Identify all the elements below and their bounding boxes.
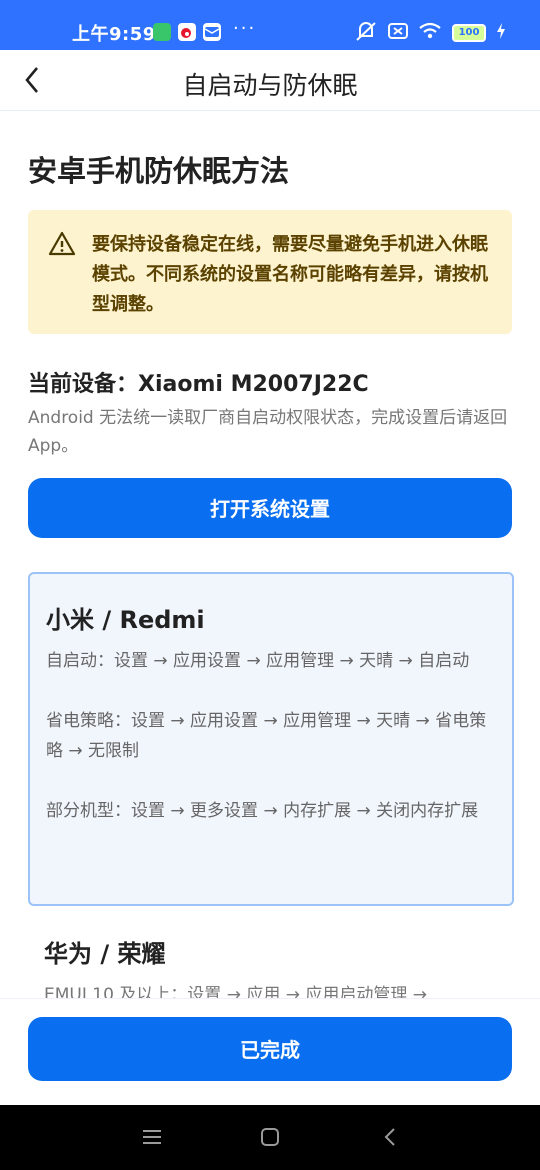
- vendor-step: 省电策略：设置 → 应用设置 → 应用管理 → 天晴 → 省电策略 → 无限制: [46, 711, 487, 761]
- mute-vibrate-icon: [354, 20, 378, 46]
- wifi-icon: [418, 22, 442, 44]
- charging-icon: [496, 23, 506, 43]
- open-system-settings-button[interactable]: 打开系统设置: [28, 478, 512, 538]
- vendor-title: 华为 / 荣耀: [44, 940, 166, 968]
- battery-icon: 100: [452, 24, 486, 42]
- menu-icon[interactable]: [138, 1123, 166, 1151]
- vendor-title: 小米 / Redmi: [46, 606, 205, 634]
- status-bar: 上午9:59 ··· 100: [0, 0, 540, 50]
- more-notifications-icon: ···: [233, 18, 257, 39]
- weibo-notification-icon: [178, 23, 196, 41]
- done-button[interactable]: 已完成: [28, 1017, 512, 1081]
- mail-notification-icon: [203, 23, 221, 41]
- home-icon[interactable]: [256, 1123, 284, 1151]
- section-heading: 安卓手机防休眠方法: [28, 154, 290, 188]
- status-time: 上午9:59: [72, 24, 156, 45]
- page-title: 自启动与防休眠: [182, 71, 358, 100]
- vendor-card-xiaomi: 小米 / Redmi 自启动：设置 → 应用设置 → 应用管理 → 天晴 → 自…: [28, 572, 514, 906]
- current-device-label: 当前设备：Xiaomi M2007J22C: [28, 372, 369, 397]
- system-nav-bar: [0, 1105, 540, 1170]
- warning-icon: [48, 231, 76, 256]
- vendor-step: 自启动：设置 → 应用设置 → 应用管理 → 天晴 → 自启动: [46, 651, 470, 671]
- app-notification-icon: [153, 23, 171, 41]
- vendor-step: EMUI 10 及以上：设置 → 应用 → 应用启动管理 →: [44, 985, 428, 1000]
- warning-notice: 要保持设备稳定在线，需要尽量避免手机进入休眠模式。不同系统的设置名称可能略有差异…: [28, 210, 512, 334]
- vendor-step: 部分机型：设置 → 更多设置 → 内存扩展 → 关闭内存扩展: [46, 801, 479, 821]
- notice-text: 要保持设备稳定在线，需要尽量避免手机进入休眠模式。不同系统的设置名称可能略有差异…: [92, 234, 488, 315]
- app-header: 自启动与防休眠: [0, 50, 540, 111]
- device-note: Android 无法统一读取厂商自启动权限状态，完成设置后请返回 App。: [28, 408, 508, 456]
- no-sim-icon: [388, 22, 408, 44]
- back-nav-icon[interactable]: [376, 1123, 404, 1151]
